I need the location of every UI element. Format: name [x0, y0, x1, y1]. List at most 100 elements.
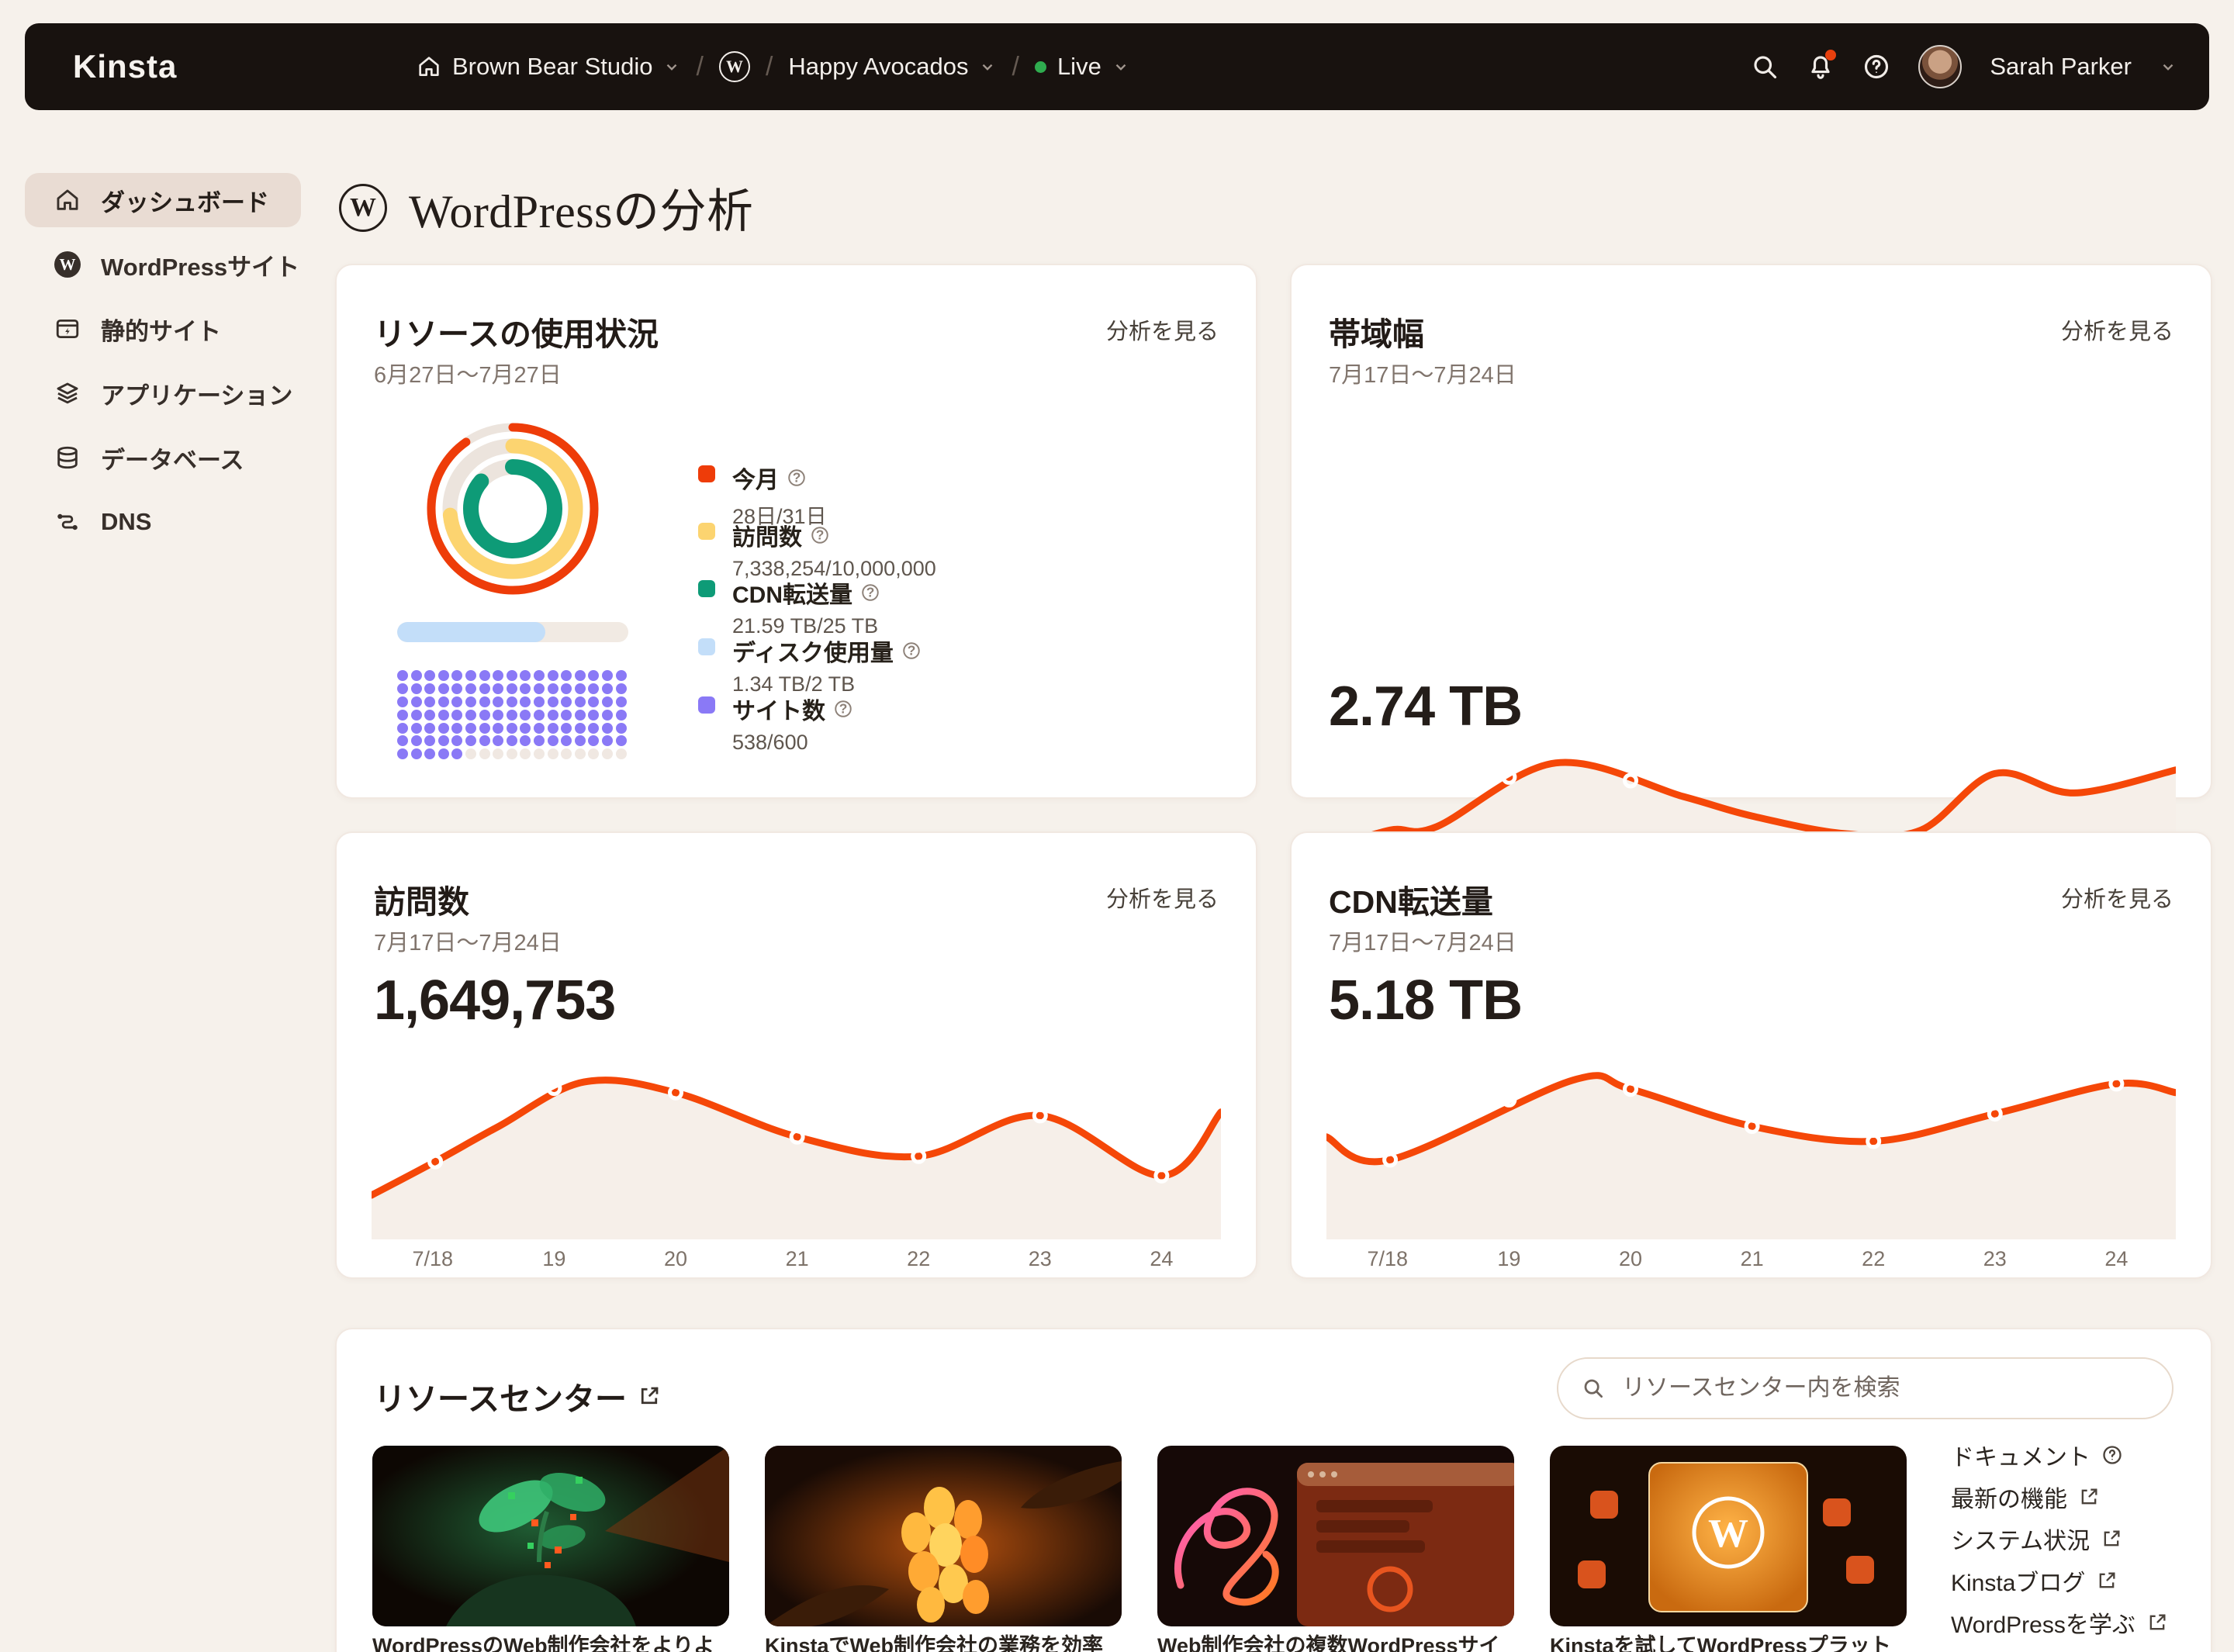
user-name[interactable]: Sarah Parker	[1990, 53, 2132, 81]
cdn-value: 5.18 TB	[1329, 969, 1523, 1032]
card-title: 訪問数	[374, 884, 469, 920]
resource-link-label: WordPressを学ぶ	[1951, 1612, 2135, 1638]
view-analytics-link[interactable]: 分析を見る	[1106, 313, 1219, 346]
cdn-chart: 7/18 19 20 21 22 23 24	[1326, 1072, 2176, 1270]
chevron-down-icon	[1115, 64, 1126, 71]
svg-text:20: 20	[664, 1247, 687, 1270]
question-circle-icon[interactable]: ?	[833, 699, 853, 719]
question-circle-icon[interactable]: ?	[860, 582, 880, 603]
resource-article-caption[interactable]: WordPressのWeb制作会社をよりよく運営するコツ	[372, 1632, 729, 1652]
resource-article-tile[interactable]	[1157, 1446, 1514, 1626]
svg-text:19: 19	[542, 1247, 565, 1270]
legend-value: 538/600	[732, 731, 808, 754]
question-circle-icon[interactable]: ?	[787, 468, 807, 488]
top-nav: Kinsta Brown Bear Studio / W / Happy Avo…	[25, 23, 2209, 110]
resource-center-card: リソースセンター リソースセンター内を検索 W WordPressのWeb制作会…	[335, 1328, 2212, 1652]
resource-search	[1557, 1357, 2173, 1419]
avatar[interactable]	[1918, 45, 1963, 88]
wordpress-icon: W	[54, 251, 81, 278]
resource-article-caption[interactable]: Kinstaを試してWordPressプラットフォームを体験	[1550, 1632, 1907, 1652]
breadcrumb-company[interactable]: Brown Bear Studio	[417, 53, 680, 81]
visits-value: 1,649,753	[374, 969, 616, 1032]
svg-text:W: W	[1708, 1512, 1748, 1556]
sidebar-item-label: ダッシュボード	[101, 188, 269, 216]
sidebar-item-wordpress-sites[interactable]: W WordPressサイト	[25, 237, 301, 292]
view-analytics-link[interactable]: 分析を見る	[1106, 881, 1219, 914]
date-range: 6月27日〜7月27日	[374, 363, 562, 388]
resource-links: ドキュメント最新の機能システム状況 Kinstaブログ WordPressを学ぶ	[1951, 1440, 2168, 1638]
cdn-card: CDN転送量 分析を見る 7月17日〜7月24日 5.18 TB 7/18 19 2…	[1290, 831, 2212, 1279]
view-analytics-link[interactable]: 分析を見る	[2061, 313, 2173, 346]
chevron-down-icon	[667, 64, 677, 71]
date-range: 7月17日〜7月24日	[1329, 931, 1516, 956]
sidebar-item-static-sites[interactable]: 静的サイト	[25, 302, 301, 356]
sidebar-item-databases[interactable]: データベース	[25, 430, 301, 485]
sidebar-item-label: 静的サイト	[101, 317, 221, 345]
legend-swatch	[698, 523, 715, 540]
search-icon	[1754, 56, 1777, 79]
external-link-icon	[641, 1387, 659, 1405]
resource-article-tile[interactable]: W	[1550, 1446, 1907, 1626]
svg-text:?: ?	[908, 642, 916, 658]
wordpress-icon: W	[718, 51, 750, 82]
legend-swatch	[698, 580, 715, 597]
help-button[interactable]	[1862, 53, 1890, 81]
search-icon	[1584, 1379, 1603, 1398]
resource-search-input[interactable]	[1620, 1374, 2149, 1402]
view-analytics-link[interactable]: 分析を見る	[2061, 881, 2173, 914]
environment-label: Live	[1056, 53, 1101, 80]
svg-text:22: 22	[907, 1247, 930, 1270]
sidebar-item-label: データベース	[101, 446, 244, 474]
legend-item: CDN転送量? 21.59 TB/25 TB	[698, 575, 880, 638]
breadcrumb-environment[interactable]: Live	[1034, 53, 1129, 81]
card-title: CDN転送量	[1329, 884, 1493, 920]
breadcrumb-separator: /	[1012, 51, 1019, 81]
resource-article-caption[interactable]: Web制作会社の複数WordPressサイト管理術	[1157, 1632, 1514, 1652]
question-circle-icon[interactable]: ?	[901, 641, 922, 661]
resource-link[interactable]: WordPressを学ぶ	[1951, 1608, 2168, 1638]
resource-link-label: Kinstaブログ	[1951, 1571, 2086, 1596]
search-button[interactable]	[1751, 53, 1779, 81]
bandwidth-card: 帯域幅 分析を見る 7月17日〜7月24日 2.74 TB 7/18192021…	[1290, 264, 2212, 960]
sidebar: ダッシュボード W WordPressサイト 静的サイトアプリケーションデータベース D…	[25, 173, 301, 549]
resource-link[interactable]: ドキュメント	[1951, 1440, 2168, 1471]
resource-link[interactable]: 最新の機能	[1951, 1482, 2168, 1512]
legend-label: サイト数?	[732, 692, 853, 726]
legend-swatch	[698, 638, 715, 655]
sidebar-item-dashboard[interactable]: ダッシュボード	[25, 173, 301, 227]
resource-article-tile[interactable]	[765, 1446, 1122, 1626]
svg-text:20: 20	[1619, 1247, 1642, 1270]
svg-text:?: ?	[839, 700, 848, 716]
breadcrumb: Brown Bear Studio / W / Happy Avocados /…	[417, 23, 1129, 110]
legend-label: ディスク使用量?	[732, 634, 922, 668]
svg-text:22: 22	[1862, 1247, 1885, 1270]
sidebar-item-dns[interactable]: DNS	[25, 495, 301, 549]
resource-link[interactable]: システム状況	[1951, 1524, 2168, 1554]
resource-link[interactable]: Kinstaブログ	[1951, 1566, 2168, 1596]
sites-dot-matrix	[397, 670, 627, 760]
svg-text:24: 24	[2104, 1247, 2128, 1270]
visits-card: 訪問数 分析を見る 7月17日〜7月24日 1,649,753 7/18 19 20…	[335, 831, 1257, 1279]
chevron-down-icon[interactable]	[2160, 58, 2177, 75]
live-status-dot	[1034, 60, 1046, 73]
question-circle-icon[interactable]: ?	[810, 525, 830, 545]
svg-text:?: ?	[866, 584, 875, 600]
card-title: 帯域幅	[1329, 316, 1424, 352]
legend-label: CDN転送量?	[732, 575, 880, 610]
resource-link-label: 最新の機能	[1951, 1487, 2067, 1512]
page-title: WordPressの分析	[409, 186, 754, 237]
svg-text:23: 23	[1029, 1247, 1052, 1270]
sidebar-item-applications[interactable]: アプリケーション	[25, 366, 301, 420]
kinsta-logo[interactable]: Kinsta	[73, 23, 177, 110]
disk-usage-progress-bar	[397, 622, 628, 642]
sidebar-item-label: DNS	[101, 508, 152, 535]
resource-article-tile[interactable]	[372, 1446, 729, 1626]
notifications-button[interactable]	[1807, 50, 1837, 81]
resource-usage-card: リソースの使用状況 分析を見る 6月27日〜7月27日 今月? 28日/31日 訪問…	[335, 264, 1257, 799]
breadcrumb-site[interactable]: Happy Avocados	[788, 53, 996, 81]
sidebar-item-label: WordPressサイト	[101, 253, 300, 281]
growth-illustration	[372, 1446, 729, 1626]
home-icon	[419, 57, 439, 76]
svg-text:?: ?	[816, 527, 825, 542]
resource-article-caption[interactable]: KinstaでWeb制作会社の業務を効率化する手法	[765, 1632, 1122, 1652]
